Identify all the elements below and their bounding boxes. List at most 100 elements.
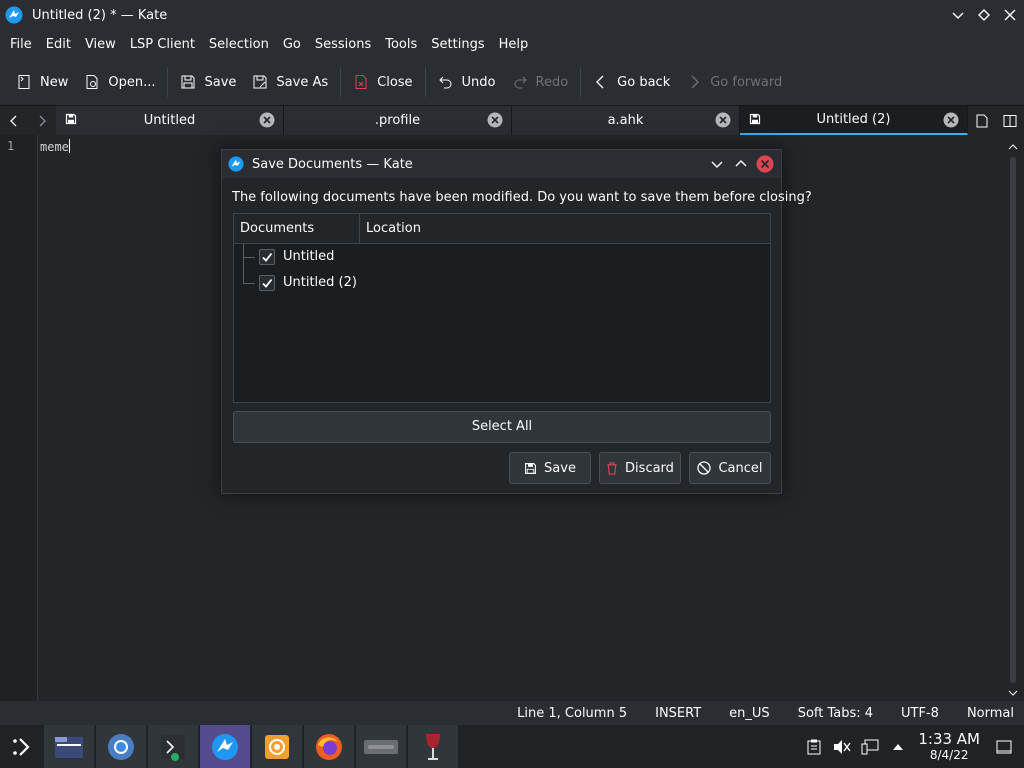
clipboard-icon[interactable] [800,733,828,761]
split-view-icon[interactable] [996,107,1024,135]
scroll-down-icon[interactable] [1008,689,1018,697]
chromium-icon[interactable] [96,725,146,768]
maximize-icon[interactable] [972,3,996,27]
open-button[interactable]: Open... [76,65,163,99]
trash-icon [607,461,617,475]
line-number-gutter: 1 [0,135,38,701]
new-tab-icon[interactable] [968,107,996,135]
line-number: 1 [7,139,15,153]
save-icon [181,75,195,89]
document-checkbox[interactable] [259,275,275,291]
dialog-title-bar: Save Documents — Kate [222,150,781,178]
menu-tools[interactable]: Tools [378,30,424,59]
column-header-location[interactable]: Location [360,214,421,244]
edit-mode[interactable]: INSERT [655,706,701,721]
tab-untitled-2[interactable]: Untitled (2) [740,106,968,135]
save-button[interactable]: Save [509,452,591,484]
menu-file[interactable]: File [3,30,39,59]
scroll-up-icon[interactable] [1008,143,1018,151]
kate-icon[interactable] [200,725,250,768]
volume-muted-icon[interactable] [828,733,856,761]
close-tab-icon[interactable] [259,112,275,128]
close-icon[interactable] [998,3,1022,27]
wine-icon[interactable] [408,725,458,768]
dialog-title: Save Documents — Kate [252,156,413,172]
menu-help[interactable]: Help [492,30,536,59]
tab-untitled[interactable]: Untitled [56,106,284,135]
go-back-button[interactable]: Go back [585,65,678,99]
tree-branch [243,258,255,284]
kate-icon [228,156,244,172]
show-desktop-icon[interactable] [990,733,1018,761]
dialog-close-icon[interactable] [753,152,777,176]
undo-button[interactable]: Undo [430,65,504,99]
select-all-button[interactable]: Select All [233,411,771,443]
menu-edit[interactable]: Edit [39,30,78,59]
column-header-documents[interactable]: Documents [234,214,360,244]
close-tab-icon[interactable] [487,112,503,128]
indentation[interactable]: Soft Tabs: 4 [798,706,873,721]
tree-branch [243,244,255,258]
save-as-label: Save As [276,74,329,90]
chevron-right-icon[interactable] [28,106,56,135]
close-document-button[interactable]: Close [345,65,420,99]
input-mode[interactable]: Normal [967,706,1014,721]
chevron-left-icon[interactable] [0,106,28,135]
photo-app-icon[interactable] [252,725,302,768]
tab-a-ahk[interactable]: a.ahk [512,106,740,135]
network-icon[interactable] [856,733,884,761]
title-bar: Untitled (2) * — Kate [0,0,1024,30]
application-launcher-icon[interactable] [0,725,44,768]
undo-icon [438,76,452,89]
tab-label: .profile [374,113,421,128]
document-name: Untitled [283,249,335,264]
tab-label: Untitled [143,113,196,128]
cancel-button[interactable]: Cancel [689,452,771,484]
scrollbar-handle[interactable] [1010,157,1016,683]
menu-go[interactable]: Go [276,30,308,59]
dialog-minimize-icon[interactable] [705,152,729,176]
save-as-icon [253,75,267,89]
menu-sessions[interactable]: Sessions [308,30,378,59]
menu-lsp-client[interactable]: LSP Client [123,30,202,59]
tab-label: a.ahk [607,113,644,128]
redo-button[interactable]: Redo [504,65,577,99]
save-as-button[interactable]: Save As [244,65,336,99]
save-label: Save [204,74,237,90]
dictionary[interactable]: en_US [729,706,770,721]
editor-text-line[interactable]: meme [40,139,70,154]
arrow-left-icon [596,75,604,89]
toolbar-separator [340,67,342,97]
close-tab-icon[interactable] [715,112,731,128]
konsole-icon[interactable] [148,725,198,768]
save-documents-dialog: Save Documents — Kate The following docu… [221,149,812,494]
menu-selection[interactable]: Selection [202,30,276,59]
tray-expand-icon[interactable] [884,733,912,761]
firefox-icon[interactable] [304,725,354,768]
documents-list[interactable]: Documents Location Untitled Untitled (2) [233,213,771,403]
menu-settings[interactable]: Settings [424,30,491,59]
cancel-button-label: Cancel [718,460,763,476]
clock[interactable]: 1:33 AM 8/4/22 [918,731,980,763]
window-title: Untitled (2) * — Kate [32,7,168,23]
new-button[interactable]: New [8,65,76,99]
save-toolbar-button[interactable]: Save [172,65,244,99]
go-forward-button[interactable]: Go forward [678,65,790,99]
dialog-maximize-icon[interactable] [729,152,753,176]
google-icon[interactable] [356,725,406,768]
open-label: Open... [108,74,156,90]
redo-icon [514,76,527,89]
dolphin-icon[interactable] [44,725,94,768]
close-tab-icon[interactable] [943,112,959,128]
tab-profile[interactable]: .profile [284,106,512,135]
discard-button[interactable]: Discard [599,452,681,484]
encoding[interactable]: UTF-8 [901,706,939,721]
minimize-icon[interactable] [946,3,970,27]
menu-view[interactable]: View [78,30,123,59]
toolbar-separator [424,67,426,97]
vertical-scrollbar[interactable] [1008,143,1018,697]
document-checkbox[interactable] [259,249,275,265]
status-bar: Line 1, Column 5 INSERT en_US Soft Tabs:… [0,701,1024,725]
undo-label: Undo [461,74,496,90]
cursor-position[interactable]: Line 1, Column 5 [517,706,627,721]
